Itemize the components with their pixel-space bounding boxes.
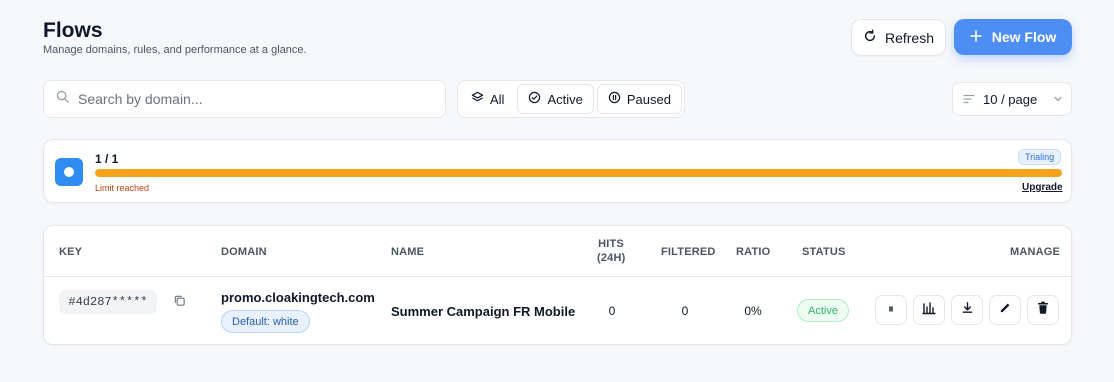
delete-button[interactable] <box>1027 295 1059 325</box>
status-filter: All Active Paused <box>457 80 685 118</box>
pause-icon <box>886 301 896 319</box>
filter-active-label: Active <box>547 91 583 107</box>
flow-filtered: 0 <box>681 304 689 318</box>
usage-progress-bar <box>95 169 1062 177</box>
filter-active[interactable]: Active <box>517 84 594 114</box>
flow-ratio: 0% <box>744 304 762 318</box>
plus-icon <box>969 29 982 45</box>
refresh-icon <box>863 29 877 46</box>
check-circle-icon <box>528 91 541 107</box>
search-box <box>43 80 446 118</box>
copy-icon[interactable] <box>173 294 187 308</box>
page-subtitle: Manage domains, rules, and performance a… <box>43 44 307 56</box>
default-badge: Default: white <box>221 310 310 333</box>
new-flow-button[interactable]: New Flow <box>954 19 1072 55</box>
header-manage: MANAGE <box>1010 246 1061 258</box>
trash-icon <box>1037 301 1049 319</box>
pause-circle-icon <box>608 91 621 107</box>
header-filtered: FILTERED <box>661 246 716 258</box>
refresh-button[interactable]: Refresh <box>851 19 946 56</box>
bar-chart-icon <box>922 301 936 320</box>
header-hits: HITS (24H) <box>597 238 625 264</box>
filter-all-label: All <box>490 91 505 107</box>
stats-button[interactable] <box>913 295 945 325</box>
pause-button[interactable] <box>875 295 907 325</box>
header-hits-line2: (24H) <box>597 252 626 264</box>
edit-icon <box>999 301 1012 319</box>
new-flow-label: New Flow <box>991 29 1057 45</box>
header-hits-line1: HITS <box>598 238 624 250</box>
page-title: Flows <box>43 19 103 42</box>
chevron-down-icon <box>1053 92 1063 107</box>
usage-limit-card: 1 / 1 Limit reached Trialing Upgrade <box>43 139 1072 203</box>
download-icon <box>961 301 974 319</box>
table-header: KEY DOMAIN NAME HITS (24H) FILTERED RATI… <box>44 226 1071 277</box>
header-name: NAME <box>391 246 425 258</box>
header-domain: DOMAIN <box>221 246 267 258</box>
filter-paused[interactable]: Paused <box>596 84 682 114</box>
layers-icon <box>471 91 484 107</box>
filter-paused-label: Paused <box>626 91 671 107</box>
page-size-label: 10 / page <box>983 91 1038 107</box>
flow-hits: 0 <box>608 304 616 318</box>
flow-key: #4d287***** <box>59 290 157 314</box>
edit-button[interactable] <box>989 295 1021 325</box>
search-icon <box>56 90 69 108</box>
flow-name: Summer Campaign FR Mobile <box>391 304 576 319</box>
flows-table: KEY DOMAIN NAME HITS (24H) FILTERED RATI… <box>43 225 1072 345</box>
search-input[interactable] <box>78 91 418 107</box>
header-status: STATUS <box>802 246 846 258</box>
usage-icon <box>55 158 83 186</box>
flow-domain[interactable]: promo.cloakingtech.com <box>221 290 375 305</box>
filter-all[interactable]: All <box>461 84 514 114</box>
upgrade-link[interactable]: Upgrade <box>1022 182 1063 193</box>
limit-warning: Limit reached <box>95 183 150 193</box>
sort-lines-icon <box>963 92 975 107</box>
header-ratio: RATIO <box>736 246 771 258</box>
download-button[interactable] <box>951 295 983 325</box>
usage-count: 1 / 1 <box>95 152 119 166</box>
header-key: KEY <box>59 246 83 258</box>
plan-badge: Trialing <box>1018 149 1062 165</box>
usage-progress-fill <box>95 169 1062 177</box>
status-badge: Active <box>797 299 849 322</box>
page-size-select[interactable]: 10 / page <box>952 82 1072 116</box>
refresh-label: Refresh <box>884 29 935 46</box>
